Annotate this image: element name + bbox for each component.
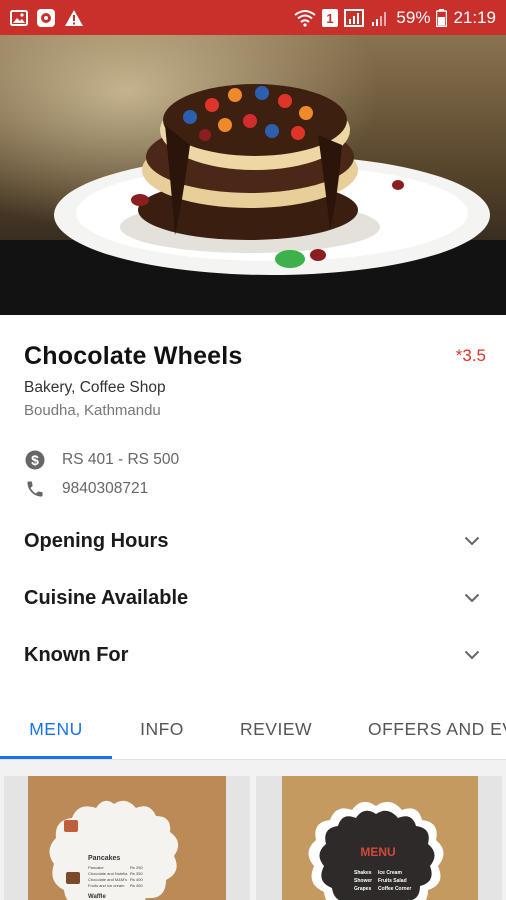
phone-number[interactable]: 9840308721: [62, 480, 148, 498]
opening-hours-label: Opening Hours: [24, 529, 169, 552]
price-range: RS 401 - RS 500: [62, 451, 180, 468]
battery-icon: [436, 8, 448, 27]
phone-row[interactable]: 9840308721: [24, 478, 148, 500]
menu-card-item: Shakes: [354, 870, 372, 876]
signal-icon: [370, 9, 390, 27]
menu-card-price: Rs 450: [130, 883, 143, 888]
known-for-label: Known For: [24, 643, 129, 666]
chevron-down-icon[interactable]: [462, 588, 482, 608]
signal-box-icon: [344, 8, 365, 27]
restaurant-location: Boudha, Kathmandu: [24, 402, 161, 419]
status-right-icons: 1 59% 21:19: [294, 8, 496, 28]
opening-hours-row[interactable]: Opening Hours: [0, 521, 506, 561]
tab-bar: MENU INFO REVIEW OFFERS AND EVENTS: [0, 700, 506, 760]
menu-image-card[interactable]: MENU Shakes Shower Grapes Ice Cream Frui…: [256, 776, 502, 900]
menu-card-item: Shower: [354, 878, 372, 884]
battery-percent: 59%: [396, 7, 431, 27]
known-for-row[interactable]: Known For: [0, 635, 506, 675]
rating-badge: *3.5: [455, 346, 486, 365]
sim-icon: 1: [322, 8, 339, 27]
phone-icon: [24, 478, 46, 500]
menu-card-heading: MENU: [360, 845, 395, 859]
svg-text:$: $: [31, 452, 39, 468]
active-tab-indicator: [0, 756, 112, 759]
tab-review[interactable]: REVIEW: [212, 700, 340, 758]
menu-card-price: Rs 400: [130, 877, 143, 882]
menu-card-item: Grapes: [354, 886, 371, 892]
menu-card-section: Waffle: [88, 894, 106, 900]
wifi-icon: [294, 9, 317, 27]
restaurant-name: Chocolate Wheels: [24, 342, 243, 370]
menu-card-item: Chocolate and M&M's: [88, 877, 127, 882]
restaurant-cover-photo: [0, 35, 506, 315]
restaurant-category: Bakery, Coffee Shop: [24, 379, 166, 396]
tab-menu[interactable]: MENU: [0, 700, 112, 758]
menu-images-grid: Pancakes Pancake Chocolate and Nutella C…: [0, 760, 506, 900]
app-notification-icon: [36, 8, 56, 28]
chevron-down-icon[interactable]: [462, 531, 482, 551]
menu-card-item: Pancake: [88, 865, 104, 870]
cuisine-available-row[interactable]: Cuisine Available: [0, 578, 506, 618]
menu-card-item: Coffee Corner: [378, 886, 411, 892]
menu-card-item: Fruits and Ice cream: [88, 883, 125, 888]
menu-card-item: Chocolate and Nutella: [88, 871, 128, 876]
notification-badge-text: 1: [327, 11, 334, 26]
menu-card-price: Rs 250: [130, 865, 143, 870]
clock: 21:19: [453, 7, 496, 27]
menu-card-price: Rs 350: [130, 871, 143, 876]
title-row: Chocolate Wheels *3.5: [24, 342, 486, 376]
image-icon: [10, 9, 28, 26]
menu-card-item: Ice Cream: [378, 870, 402, 876]
chevron-down-icon[interactable]: [462, 645, 482, 665]
warning-icon: [64, 9, 84, 27]
status-left-icons: [10, 8, 84, 28]
cuisine-available-label: Cuisine Available: [24, 586, 189, 609]
price-range-row: $ RS 401 - RS 500: [24, 449, 179, 471]
menu-card-heading: Pancakes: [88, 855, 120, 862]
menu-image-card[interactable]: Pancakes Pancake Chocolate and Nutella C…: [4, 776, 250, 900]
dollar-icon: $: [24, 449, 46, 471]
tab-info[interactable]: INFO: [112, 700, 212, 758]
menu-card-item: Fruits Salad: [378, 878, 407, 884]
tab-offers-and-events[interactable]: OFFERS AND EVENTS: [368, 700, 506, 758]
status-bar: 1 59% 21:19: [0, 0, 506, 35]
